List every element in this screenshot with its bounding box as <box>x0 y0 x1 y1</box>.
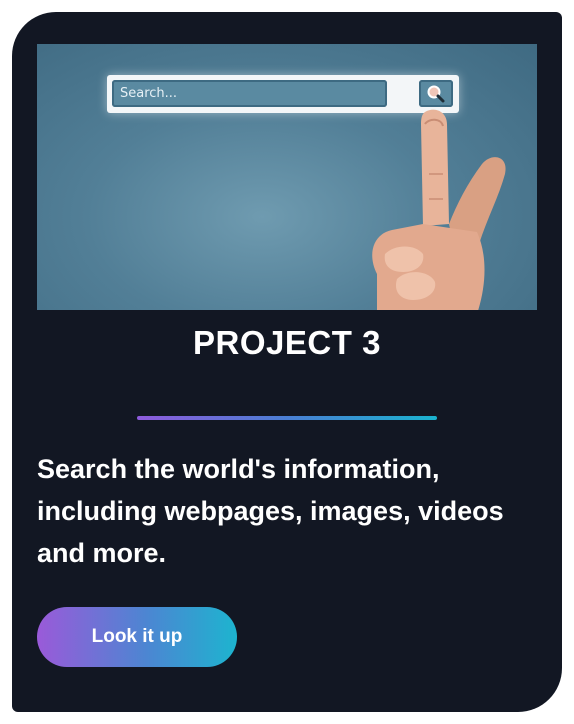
pointing-hand-graphic <box>372 109 506 310</box>
image-search-field: Search... <box>112 80 387 107</box>
project-title: PROJECT 3 <box>193 324 381 361</box>
magnifier-icon <box>419 80 453 107</box>
project-description: Search the world's information, includin… <box>37 454 504 568</box>
title-divider <box>137 416 437 420</box>
project-card: Search... PROJECT 3 Search the world's i… <box>12 12 562 712</box>
look-it-up-button[interactable]: Look it up <box>37 607 237 667</box>
project-image: Search... <box>37 44 537 310</box>
